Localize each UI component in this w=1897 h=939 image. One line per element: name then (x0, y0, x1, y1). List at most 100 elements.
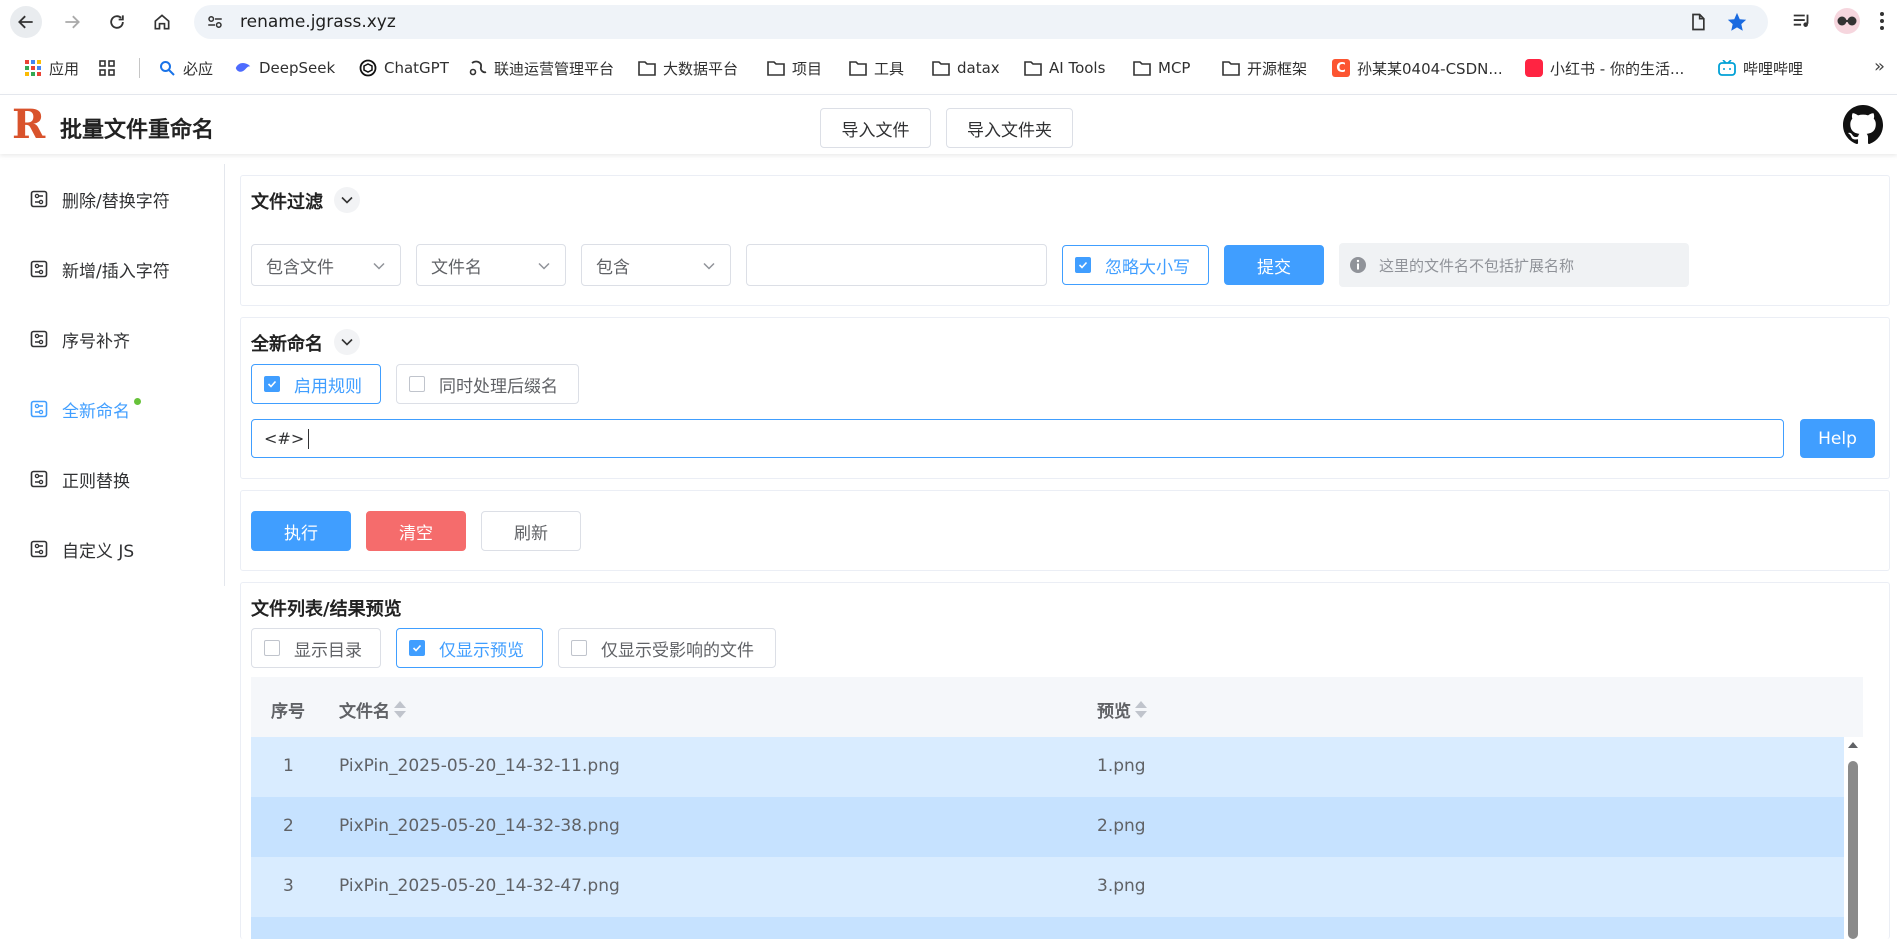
sidebar-item-regex[interactable]: 正则替换 (0, 451, 224, 507)
reload-button[interactable] (101, 6, 133, 38)
row-preview: 3.png (1097, 876, 1146, 896)
text-cursor (308, 428, 310, 449)
filter-scope-select[interactable]: 包含文件 (251, 244, 401, 286)
checkbox-checked-icon (1075, 257, 1091, 273)
site-icon (469, 59, 487, 77)
chevron-down-icon (341, 196, 353, 204)
browser-menu-icon[interactable] (1870, 9, 1894, 33)
folder-icon (1133, 59, 1151, 77)
filter-collapse-button[interactable] (334, 187, 360, 213)
row-index: 1 (283, 756, 294, 776)
bookmark-apps[interactable]: 应用 (24, 56, 79, 80)
sidebar-item-insert[interactable]: 新增/插入字符 (0, 241, 224, 297)
file-list-title: 文件列表/结果预览 (251, 599, 402, 620)
media-control-icon[interactable] (1790, 9, 1814, 33)
filter-value-input[interactable] (746, 244, 1047, 286)
import-files-button[interactable]: 导入文件 (820, 108, 931, 148)
forward-button[interactable] (56, 6, 88, 38)
settings-panel-icon (30, 330, 48, 348)
checkbox-checked-icon (264, 376, 280, 392)
sidebar-item-new-name[interactable]: 全新命名 (0, 381, 224, 437)
ignore-case-checkbox[interactable]: 忽略大小写 (1062, 245, 1209, 285)
chevron-down-icon (373, 262, 385, 270)
bookmark-deepseek[interactable]: DeepSeek (234, 56, 335, 80)
row-index: 2 (283, 816, 294, 836)
document-icon[interactable] (1688, 12, 1708, 32)
table-row[interactable]: 1 PixPin_2025-05-20_14-32-11.png 1.png (251, 737, 1844, 797)
filter-field-select[interactable]: 文件名 (416, 244, 566, 286)
bookmark-liandi[interactable]: 联迪运营管理平台 (469, 56, 614, 80)
table-row[interactable] (251, 917, 1844, 939)
arrow-right-icon (65, 15, 80, 29)
column-preview-header[interactable]: 预览 (1097, 697, 1147, 722)
settings-panel-icon (30, 190, 48, 208)
home-button[interactable] (146, 6, 178, 38)
bookmark-xiaohongshu[interactable]: 小红书 - 你的生活... (1525, 56, 1684, 80)
profile-avatar[interactable] (1834, 8, 1860, 34)
rename-pattern-input[interactable]: <#> (251, 419, 1784, 458)
bookmark-folder-bigdata[interactable]: 大数据平台 (638, 56, 738, 80)
filter-title: 文件过滤 (251, 192, 323, 213)
filter-operator-select[interactable]: 包含 (581, 244, 731, 286)
sort-icon[interactable] (1135, 701, 1147, 718)
help-button[interactable]: Help (1800, 419, 1875, 458)
bookmark-folder-datax[interactable]: datax (932, 56, 1000, 80)
sidebar-item-custom-js[interactable]: 自定义 JS (0, 521, 224, 577)
process-suffix-checkbox[interactable]: 同时处理后缀名 (396, 364, 579, 404)
home-icon (154, 14, 170, 30)
sort-icon[interactable] (394, 701, 406, 718)
bookmark-folder-ai-tools[interactable]: AI Tools (1024, 56, 1105, 80)
column-index-header: 序号 (271, 702, 305, 722)
reload-icon (110, 15, 124, 29)
scrollbar-thumb[interactable] (1848, 761, 1858, 939)
bookmark-chatgpt[interactable]: ChatGPT (359, 56, 449, 80)
sidebar-item-label: 自定义 JS (62, 541, 135, 562)
rename-collapse-button[interactable] (334, 329, 360, 355)
table-row[interactable]: 3 PixPin_2025-05-20_14-32-47.png 3.png (251, 857, 1844, 917)
table-row[interactable]: 2 PixPin_2025-05-20_14-32-38.png 2.png (251, 797, 1844, 857)
browser-toolbar: rename.jgrass.xyz (0, 0, 1897, 44)
bookmark-folder-mcp[interactable]: MCP (1133, 56, 1190, 80)
bing-search-icon (158, 59, 176, 77)
column-name-header[interactable]: 文件名 (339, 697, 406, 722)
row-filename: PixPin_2025-05-20_14-32-11.png (339, 756, 620, 776)
sidebar-item-pad-number[interactable]: 序号补齐 (0, 311, 224, 367)
bookmark-star-icon[interactable] (1726, 11, 1748, 33)
bookmark-folder-projects[interactable]: 项目 (767, 56, 822, 80)
bookmark-bing[interactable]: 必应 (158, 56, 213, 80)
more-bookmarks-icon[interactable]: » (1874, 56, 1885, 77)
bookmark-tab-groups[interactable] (98, 56, 123, 80)
bookmark-csdn[interactable]: C 孙某某0404-CSDN... (1332, 56, 1503, 80)
sidebar-item-delete-replace[interactable]: 删除/替换字符 (0, 171, 224, 227)
row-filename: PixPin_2025-05-20_14-32-47.png (339, 876, 620, 896)
row-preview: 2.png (1097, 816, 1146, 836)
refresh-button[interactable]: 刷新 (481, 511, 581, 551)
github-icon[interactable] (1843, 105, 1883, 145)
preview-only-checkbox[interactable]: 仅显示预览 (396, 628, 543, 668)
folder-icon (932, 59, 950, 77)
rename-panel: 全新命名 启用规则 同时处理后缀名 <#> Help (240, 317, 1890, 479)
affected-only-checkbox[interactable]: 仅显示受影响的文件 (558, 628, 776, 668)
import-folder-button[interactable]: 导入文件夹 (946, 108, 1073, 148)
address-bar[interactable]: rename.jgrass.xyz (194, 5, 1768, 39)
execute-button[interactable]: 执行 (251, 511, 351, 551)
enable-rule-checkbox[interactable]: 启用规则 (251, 364, 381, 404)
checkbox-checked-icon (409, 640, 425, 656)
url-text[interactable]: rename.jgrass.xyz (240, 12, 396, 32)
settings-panel-icon (30, 260, 48, 278)
back-button[interactable] (10, 6, 42, 38)
site-settings-icon[interactable] (206, 13, 224, 31)
scroll-up-icon[interactable] (1844, 738, 1862, 752)
settings-panel-icon (30, 470, 48, 488)
bookmark-folder-tools[interactable]: 工具 (849, 56, 904, 80)
bookmark-bilibili[interactable]: 哔哩哔哩 (1718, 56, 1803, 80)
show-dirs-checkbox[interactable]: 显示目录 (251, 628, 381, 668)
action-panel: 执行 清空 刷新 (240, 490, 1890, 571)
folder-icon (638, 59, 656, 77)
chatgpt-icon (359, 59, 377, 77)
filter-submit-button[interactable]: 提交 (1224, 245, 1324, 285)
clear-button[interactable]: 清空 (366, 511, 466, 551)
bookmark-folder-opensource[interactable]: 开源框架 (1222, 56, 1307, 80)
arrow-left-icon (18, 15, 33, 29)
bilibili-icon (1718, 59, 1736, 77)
